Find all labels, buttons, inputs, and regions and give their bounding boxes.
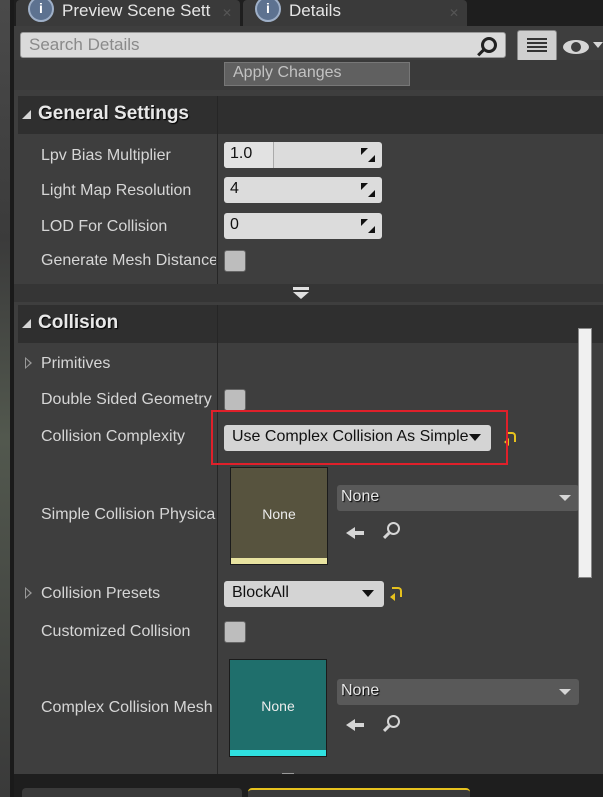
row-simple-collision-physical-material: Simple Collision Physica None None	[18, 466, 603, 566]
double-sided-geometry-checkbox[interactable]	[224, 389, 246, 411]
collapse-arrow-icon	[22, 110, 31, 119]
property-label: Complex Collision Mesh	[41, 699, 213, 716]
browse-search-icon[interactable]	[382, 715, 400, 733]
property-label: Double Sided Geometry	[41, 391, 212, 408]
row-collision-presets: Collision Presets BlockAll	[18, 581, 603, 611]
lod-for-collision-input[interactable]: 0	[224, 213, 382, 239]
info-icon: i	[255, 0, 281, 22]
dropdown-value: BlockAll	[232, 584, 289, 601]
column-divider	[217, 96, 218, 134]
expand-arrow-icon[interactable]	[25, 587, 32, 599]
asset-name: None	[341, 488, 380, 505]
category-general-settings[interactable]: General Settings	[18, 96, 603, 134]
search-icon[interactable]	[481, 37, 497, 53]
row-lpv-bias-multiplier: Lpv Bias Multiplier 1.0	[18, 142, 603, 172]
drag-arrow-icon	[361, 148, 375, 162]
tab-bar: i Preview Scene Sett ✕ i Details ✕	[14, 0, 603, 26]
use-selected-arrow-icon[interactable]	[346, 524, 366, 540]
side-panel-edge	[578, 328, 592, 578]
property-label: Lpv Bias Multiplier	[41, 147, 171, 164]
tab-label: Details	[289, 1, 341, 20]
property-label: Generate Mesh Distance	[41, 252, 216, 269]
expand-arrow-icon[interactable]	[25, 357, 32, 369]
reset-to-default-icon[interactable]	[390, 587, 402, 601]
physical-material-asset-picker[interactable]: None	[337, 485, 579, 511]
category-title: General Settings	[38, 103, 189, 124]
expand-advanced-icon	[293, 287, 309, 299]
value-text: 0	[230, 216, 239, 233]
row-light-map-resolution: Light Map Resolution 4	[18, 177, 603, 207]
info-icon: i	[28, 0, 54, 22]
chevron-down-icon	[362, 590, 374, 597]
collision-presets-dropdown[interactable]: BlockAll	[224, 581, 384, 607]
use-selected-arrow-icon[interactable]	[346, 716, 366, 732]
browse-search-icon[interactable]	[382, 522, 400, 540]
property-label: Customized Collision	[41, 623, 191, 640]
row-lod-for-collision: LOD For Collision 0	[18, 213, 603, 243]
chevron-down-icon	[559, 689, 571, 695]
asset-name: None	[341, 682, 380, 699]
tab-details[interactable]: i Details ✕	[243, 0, 467, 26]
grid-icon	[527, 38, 547, 54]
tab-preview-scene-settings[interactable]: i Preview Scene Sett ✕	[16, 0, 240, 26]
advanced-toggle[interactable]	[14, 284, 603, 302]
category-collision[interactable]: Collision	[18, 305, 603, 343]
property-matrix-button[interactable]	[517, 30, 557, 62]
thumbnail-label: None	[262, 506, 296, 522]
tab-bottom-right[interactable]	[248, 788, 470, 797]
row-complex-collision-mesh: Complex Collision Mesh None None	[18, 659, 603, 759]
row-generate-mesh-distance: Generate Mesh Distance	[18, 248, 603, 278]
value-text: 4	[230, 180, 239, 197]
close-icon[interactable]: ✕	[222, 2, 232, 24]
tab-label: Preview Scene Sett	[62, 1, 211, 20]
close-icon[interactable]: ✕	[449, 2, 459, 24]
search-box	[20, 32, 506, 58]
tab-bottom-left[interactable]	[22, 788, 242, 797]
category-title: Collision	[38, 312, 119, 333]
physical-material-thumbnail[interactable]: None	[230, 467, 328, 565]
bottom-tab-bar	[14, 774, 603, 797]
thumbnail-label: None	[261, 698, 295, 714]
value-text: 1.0	[230, 145, 253, 162]
drag-arrow-icon	[361, 183, 375, 197]
property-label: LOD For Collision	[41, 218, 168, 235]
viewport-edge	[0, 0, 14, 797]
complex-mesh-thumbnail[interactable]: None	[229, 659, 327, 757]
column-divider	[217, 305, 218, 343]
complex-mesh-asset-picker[interactable]: None	[337, 679, 579, 705]
chevron-down-icon[interactable]	[593, 42, 603, 48]
eye-icon[interactable]	[563, 40, 589, 54]
property-label: Collision Presets	[41, 585, 161, 602]
row-customized-collision: Customized Collision	[18, 618, 603, 648]
generate-mesh-distance-checkbox[interactable]	[224, 250, 246, 272]
highlight-box	[211, 410, 508, 465]
details-panel: Apply Changes General Settings Lpv Bias …	[14, 26, 603, 774]
light-map-resolution-input[interactable]: 4	[224, 177, 382, 203]
asset-type-bar	[230, 750, 326, 756]
property-label: Light Map Resolution	[41, 182, 192, 199]
lpv-bias-multiplier-input[interactable]: 1.0	[224, 142, 382, 168]
customized-collision-checkbox[interactable]	[224, 621, 246, 643]
collapse-arrow-icon	[22, 319, 31, 328]
property-label: Simple Collision Physica	[41, 506, 216, 523]
drag-arrow-icon	[361, 219, 375, 233]
search-input[interactable]	[21, 33, 471, 57]
property-label: Primitives	[41, 355, 111, 372]
chevron-down-icon	[559, 495, 571, 501]
asset-type-bar	[231, 558, 327, 564]
apply-row: Apply Changes	[14, 60, 603, 90]
property-label: Collision Complexity	[41, 428, 186, 445]
row-primitives[interactable]: Primitives	[18, 352, 603, 378]
apply-changes-button[interactable]: Apply Changes	[224, 62, 410, 86]
